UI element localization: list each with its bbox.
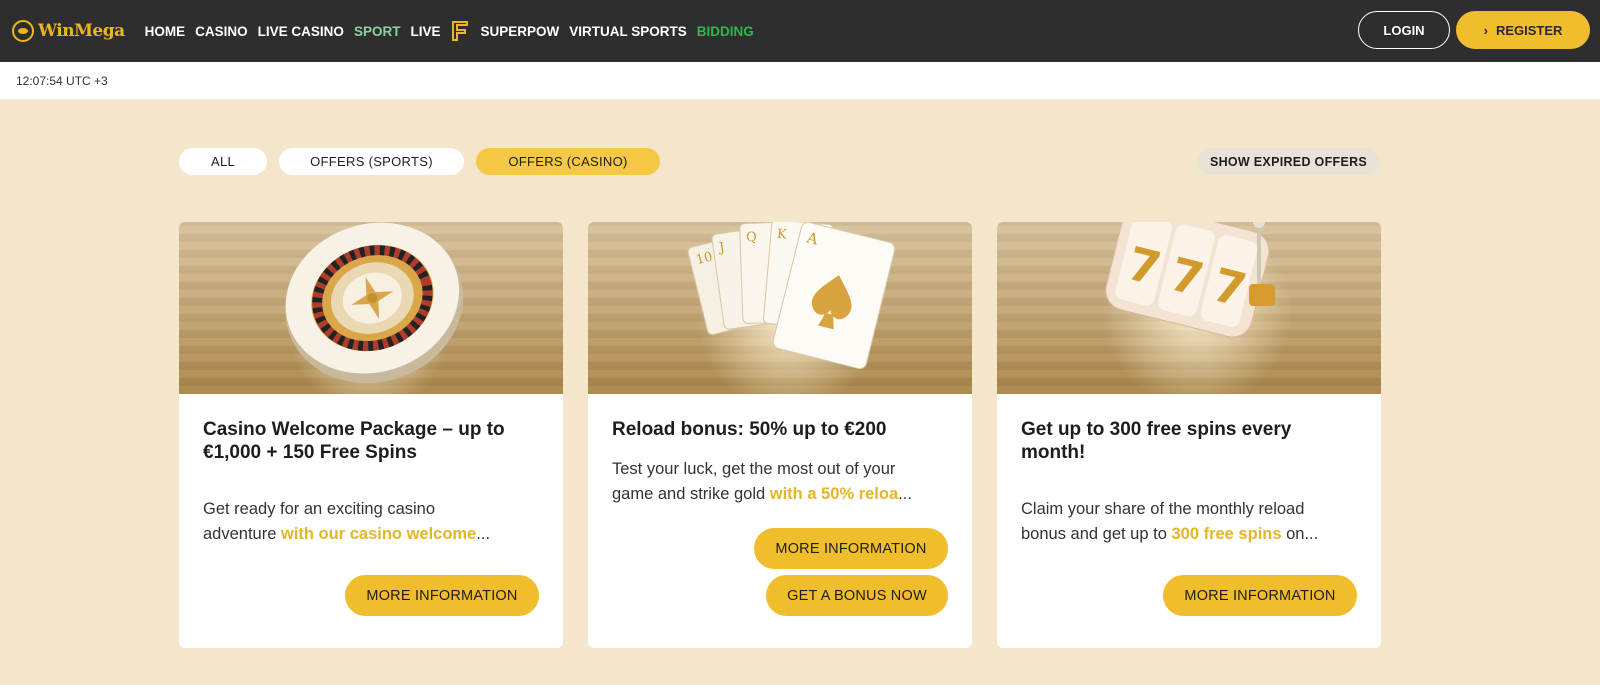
eye-logo-icon [12, 20, 34, 42]
slot-machine-image: 7 7 7 [997, 222, 1381, 394]
offer-description-line: Get ready for an exciting casino [203, 500, 436, 518]
register-label: REGISTER [1495, 22, 1563, 38]
offer-description-line: Claim your share of the monthly reload [1021, 500, 1305, 518]
nav-live-casino[interactable]: LIVE CASINO [258, 24, 344, 39]
offer-filters: ALL OFFERS (SPORTS) OFFERS (CASINO) SHOW… [179, 148, 1380, 175]
more-information-button[interactable]: MORE INFORMATION [754, 528, 948, 569]
filter-offers-sports[interactable]: OFFERS (SPORTS) [279, 148, 464, 175]
filter-offers-casino[interactable]: OFFERS (CASINO) [476, 148, 660, 175]
offer-description-text: bonus and get up to [1021, 525, 1172, 543]
offer-cards: Casino Welcome Package – up to €1,000 + … [179, 222, 1381, 648]
offer-title: Reload bonus: 50% up to €200 [612, 419, 887, 440]
offer-description-ellipsis: ... [898, 485, 912, 503]
offer-description-line: bonus and get up to 300 free spins on... [1021, 522, 1357, 547]
svg-text:Q: Q [746, 230, 757, 245]
top-navigation-bar: WinMega HOME CASINO LIVE CASINO SPORT LI… [0, 0, 1600, 62]
offer-actions: MORE INFORMATION GET A BONUS NOW [754, 528, 948, 616]
more-information-button[interactable]: MORE INFORMATION [1163, 575, 1357, 616]
offer-card: 10 J Q K A Reload bonus: 50% up to €200 … [588, 222, 972, 648]
brand-name: WinMega [38, 21, 125, 41]
offer-title: Get up to 300 free spins every month! [1021, 419, 1292, 463]
more-information-button[interactable]: MORE INFORMATION [345, 575, 539, 616]
offer-description: Get ready for an exciting casino adventu… [203, 497, 539, 547]
show-expired-offers-button[interactable]: SHOW EXPIRED OFFERS [1197, 148, 1380, 175]
get-bonus-now-button[interactable]: GET A BONUS NOW [766, 575, 948, 616]
nav-home[interactable]: HOME [145, 24, 186, 39]
offer-actions: MORE INFORMATION [1163, 575, 1357, 616]
filter-all[interactable]: ALL [179, 148, 267, 175]
offer-description-highlight: with a 50% reloa [769, 485, 899, 503]
auth-buttons: LOGIN › REGISTER [1358, 11, 1590, 49]
time-bar: 12:07:54 UTC +3 [0, 62, 1600, 99]
chevron-right-icon: › [1483, 22, 1488, 38]
nav-live[interactable]: LIVE [410, 24, 440, 39]
svg-text:K: K [776, 227, 787, 243]
main-nav: HOME CASINO LIVE CASINO SPORT LIVE SUPER… [145, 19, 754, 43]
offer-description-highlight: with our casino welcome [280, 525, 477, 543]
login-button[interactable]: LOGIN [1358, 11, 1450, 49]
offer-card: 7 7 7 Get up to 300 free spins every mon… [997, 222, 1381, 648]
offer-description-ellipsis: ... [476, 525, 491, 543]
offer-title: Casino Welcome Package – up to €1,000 + … [203, 419, 505, 463]
nav-casino[interactable]: CASINO [195, 24, 248, 39]
offer-description: Claim your share of the monthly reload b… [1021, 497, 1357, 547]
register-button[interactable]: › REGISTER [1456, 11, 1590, 49]
offer-description: Test your luck, get the most out of your… [612, 457, 948, 507]
offer-description-line: Test your luck, get the most out of your [612, 460, 896, 478]
nav-sport[interactable]: SPORT [354, 24, 401, 39]
nav-virtual-sports[interactable]: VIRTUAL SPORTS [569, 24, 687, 39]
offer-description-highlight: 300 free spins [1171, 525, 1282, 543]
server-time: 12:07:54 UTC +3 [16, 73, 108, 88]
superpow-icon[interactable] [450, 19, 470, 43]
offer-description-text: adventure [203, 525, 281, 543]
offer-description-text: game and strike gold [612, 485, 770, 503]
offer-description-ellipsis: on... [1281, 525, 1319, 543]
nav-bidding[interactable]: BIDDING [697, 24, 754, 39]
offer-description-line: game and strike gold with a 50% reloa... [612, 482, 948, 507]
playing-cards-image: 10 J Q K A [588, 222, 972, 394]
offer-card: Casino Welcome Package – up to €1,000 + … [179, 222, 563, 648]
brand-logo[interactable]: WinMega [12, 20, 125, 42]
nav-superpow[interactable]: SUPERPOW [480, 24, 559, 39]
roulette-wheel-image [179, 222, 563, 394]
offer-description-line: adventure with our casino welcome... [203, 522, 539, 547]
offer-actions: MORE INFORMATION [345, 575, 539, 616]
